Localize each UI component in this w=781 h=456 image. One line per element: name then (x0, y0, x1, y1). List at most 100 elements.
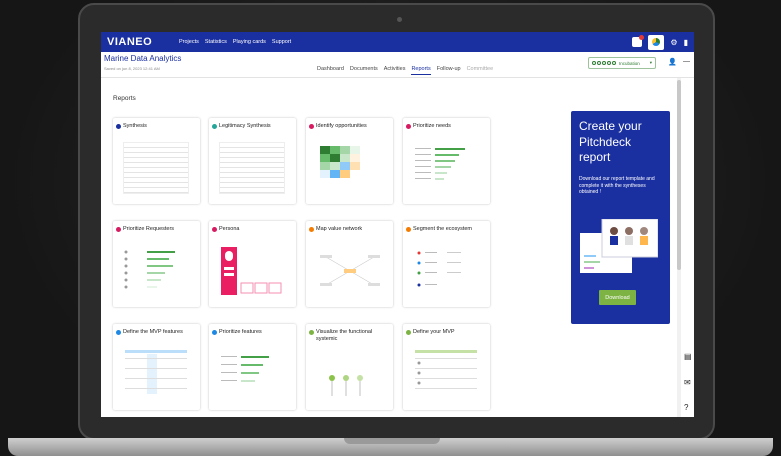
pitchdeck-preview-illustration (580, 219, 658, 273)
report-card-opportunities[interactable]: Identify opportunities (306, 118, 393, 204)
report-card-synthesis[interactable]: Synthesis (113, 118, 200, 204)
vianeo-logo[interactable]: VIANEO (107, 36, 179, 48)
laptop-notch (344, 438, 440, 444)
tab-dashboard[interactable]: Dashboard (317, 66, 344, 75)
card-label: Persona (219, 226, 240, 232)
saved-timestamp: Saved on jun 8, 2023 12:41 AM (104, 66, 160, 71)
tab-follow-up[interactable]: Follow-up (437, 66, 461, 75)
app-screen: VIANEO Projects Statistics Playing cards… (101, 32, 694, 417)
stage-dot-icon (592, 61, 596, 65)
promo-text: Download our report template and complet… (579, 175, 655, 196)
top-navbar: VIANEO Projects Statistics Playing cards… (101, 32, 694, 52)
add-user-icon[interactable]: 👤 (668, 58, 677, 66)
card-title: Define your MVP (406, 329, 488, 336)
requesters-icon (116, 227, 121, 232)
help-icon[interactable]: ? (684, 403, 688, 412)
stage-dot-icon (612, 61, 616, 65)
functional-thumbnail (329, 375, 363, 396)
card-label: Visualize the functional systemic (316, 329, 373, 343)
card-title: Visualize the functional systemic (309, 329, 391, 343)
needs-bars-thumbnail (415, 148, 465, 180)
requesters-bars-thumbnail (124, 250, 175, 289)
features-bars-thumbnail (221, 356, 269, 382)
topbar-actions: ⚙ ▮ (632, 34, 688, 50)
features-icon (212, 330, 217, 335)
card-title: Persona (212, 226, 294, 233)
app-switcher-icon[interactable] (648, 34, 665, 50)
download-button[interactable]: Download (599, 290, 636, 305)
stage-selector[interactable]: Incubation ▾ (588, 57, 656, 69)
report-card-mvp-features[interactable]: Define the MVP features (113, 324, 200, 410)
project-title: Marine Data Analytics (104, 54, 182, 63)
report-card-legitimacy[interactable]: Legitimacy Synthesis (209, 118, 296, 204)
value-network-icon (309, 227, 314, 232)
nav-statistics[interactable]: Statistics (205, 39, 227, 45)
project-header: Marine Data Analytics Saved on jun 8, 20… (101, 52, 694, 78)
gear-icon[interactable]: ⚙ (670, 38, 677, 47)
promo-title: Create your Pitchdeck report (579, 119, 642, 165)
value-network-thumbnail (320, 255, 380, 286)
card-label: Synthesis (123, 123, 147, 129)
tab-committee[interactable]: Committee (467, 66, 494, 75)
legitimacy-icon (212, 124, 217, 129)
project-tabs: Dashboard Documents Activities Reports F… (317, 66, 493, 75)
stage-dot-icon (607, 61, 611, 65)
report-card-persona[interactable]: Persona (209, 221, 296, 307)
chat-icon[interactable]: ✉ (684, 378, 691, 387)
nav-support[interactable]: Support (272, 39, 291, 45)
needs-icon (406, 124, 411, 129)
card-label: Prioritize Requesters (123, 226, 175, 232)
webcam (397, 17, 402, 22)
card-label: Map value network (316, 226, 363, 232)
opportunities-heatmap-thumbnail (320, 146, 360, 178)
card-title: Identify opportunities (309, 123, 391, 130)
card-title: Legitimacy Synthesis (212, 123, 294, 130)
card-label: Prioritize needs (413, 123, 451, 129)
laptop-frame: VIANEO Projects Statistics Playing cards… (78, 3, 715, 440)
minimize-icon[interactable]: — (683, 58, 690, 66)
report-card-needs[interactable]: Prioritize needs (403, 118, 490, 204)
report-card-requesters[interactable]: Prioritize Requesters (113, 221, 200, 307)
report-card-features[interactable]: Prioritize features (209, 324, 296, 410)
mvp-thumbnail (415, 350, 477, 389)
card-label: Define your MVP (413, 329, 455, 335)
report-card-functional[interactable]: Visualize the functional systemic (306, 324, 393, 410)
legitimacy-thumbnail (219, 142, 285, 194)
nav-projects[interactable]: Projects (179, 39, 199, 45)
card-label: Define the MVP features (123, 329, 183, 335)
stage-label: Incubation (619, 60, 640, 66)
tab-documents[interactable]: Documents (350, 66, 378, 75)
right-rail: ▤ ✉ ? (674, 78, 694, 417)
report-card-mvp[interactable]: Define your MVP (403, 324, 490, 410)
card-title: Synthesis (116, 123, 198, 130)
card-label: Identify opportunities (316, 123, 367, 129)
ecosystem-thumbnail (417, 251, 461, 287)
card-title: Define the MVP features (116, 329, 198, 336)
card-title: Prioritize Requesters (116, 226, 198, 233)
pitchdeck-promo: Create your Pitchdeck report Download ou… (571, 111, 670, 324)
mvp-features-thumbnail (125, 350, 187, 394)
main-nav: Projects Statistics Playing cards Suppor… (179, 39, 291, 45)
tab-activities[interactable]: Activities (384, 66, 406, 75)
card-title: Segment the ecosystem (406, 226, 488, 233)
opportunities-icon (309, 124, 314, 129)
document-icon[interactable]: ▤ (684, 352, 692, 361)
user-menu-icon[interactable]: ▮ (684, 38, 688, 47)
laptop-base (8, 438, 773, 456)
report-card-value-network[interactable]: Map value network (306, 221, 393, 307)
mvp-features-icon (116, 330, 121, 335)
reports-heading: Reports (113, 95, 136, 102)
ecosystem-icon (406, 227, 411, 232)
card-label: Prioritize features (219, 329, 262, 335)
report-card-ecosystem[interactable]: Segment the ecosystem (403, 221, 490, 307)
scrollbar[interactable] (677, 78, 681, 417)
stage-dot-icon (597, 61, 601, 65)
nav-playing-cards[interactable]: Playing cards (233, 39, 266, 45)
tab-reports[interactable]: Reports (411, 66, 431, 75)
card-title: Map value network (309, 226, 391, 233)
synthesis-icon (116, 124, 121, 129)
functional-icon (309, 330, 314, 335)
background: VIANEO Projects Statistics Playing cards… (0, 0, 781, 456)
notification-icon[interactable] (632, 35, 645, 47)
chevron-down-icon: ▾ (649, 60, 652, 65)
